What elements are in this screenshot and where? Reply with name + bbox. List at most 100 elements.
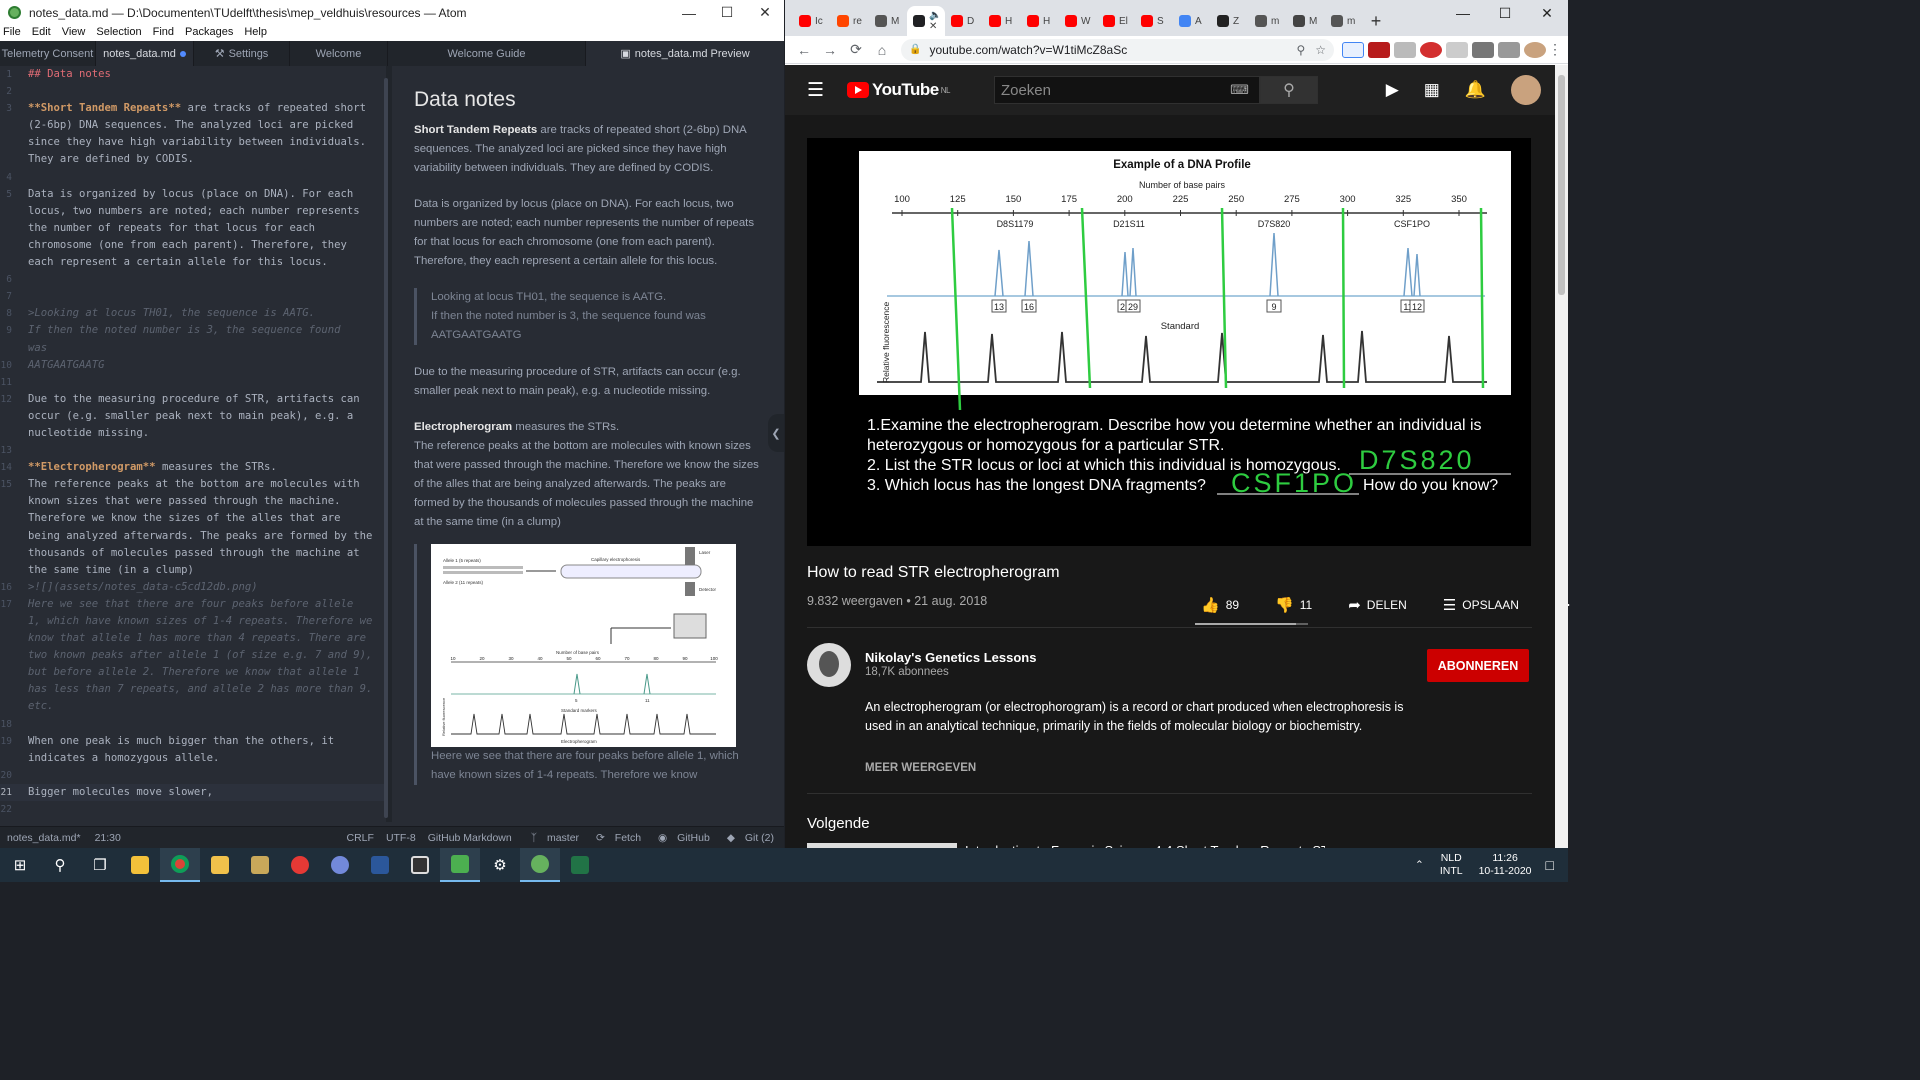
youtube-logo[interactable]: YouTube NL [847,80,950,100]
browser-tab[interactable]: S [1135,6,1173,36]
menu-edit[interactable]: Edit [32,25,51,41]
excel-icon[interactable] [560,848,600,882]
status-grammar[interactable]: GitHub Markdown [428,832,512,844]
text-editor[interactable]: 1 ## Data notes 2 3 **Short Tandem Repeats**… [0,66,386,822]
browser-tab[interactable]: M [1287,6,1325,36]
editor-line[interactable]: know that allele 1 has more than 4 repea… [0,630,386,647]
editor-line[interactable]: known sizes that were passed through the… [0,493,386,510]
editor-line[interactable]: 16 >![](assets/notes_data-c5cd12db.png) [0,579,386,596]
word-icon[interactable] [360,848,400,882]
editor-line[interactable]: 1 ## Data notes [0,66,386,83]
editor-line[interactable]: since they have high variability between… [0,134,386,151]
back-icon[interactable]: ← [791,42,817,58]
search-button[interactable]: ⚲ [1259,76,1318,104]
status-git[interactable]: ◆ Git (2) [720,832,774,844]
status-line-ending[interactable]: CRLF [347,832,374,844]
editor-line[interactable]: but before allele 2. Therefore we know t… [0,664,386,681]
editor-line[interactable]: They are defined by CODIS. [0,151,386,168]
tray-chevron-up-icon[interactable]: ⌃ [1415,859,1424,871]
editor-line[interactable]: indicates a homozygous allele. [0,750,386,767]
browser-tab[interactable]: H [1021,6,1059,36]
apps-grid-icon[interactable]: ▦ [1424,80,1440,100]
browser-tab[interactable]: Z [1211,6,1249,36]
show-more-button[interactable]: MEER WEERGEVEN [865,762,976,774]
tab-audio-close-icon[interactable]: 🔈 ✕ [929,10,945,32]
editor-line[interactable]: was [0,340,386,357]
editor-line[interactable]: the number of repeats for that locus for… [0,220,386,237]
editor-line[interactable]: 10 AATGAATGAATG [0,357,386,374]
editor-line[interactable]: etc. [0,698,386,715]
close-icon[interactable]: ✕ [1526,0,1568,26]
editor-line[interactable]: 5 Data is organized by locus (place on DN… [0,186,386,203]
tab-telemetry-consent[interactable]: Telemetry Consent [0,41,96,66]
reading-list-icon[interactable] [1498,41,1520,58]
dislike-button[interactable]: 👎 11 [1275,596,1330,614]
save-button[interactable]: ☰ OPSLAAN [1443,596,1537,614]
page-scrollbar[interactable] [1555,65,1568,848]
reload-icon[interactable]: ⟳ [843,41,869,58]
extension-grey-icon[interactable] [1394,41,1416,58]
extensions-puzzle-icon[interactable] [1472,41,1494,58]
editor-line[interactable]: 21 Bigger molecules move slower, [0,783,386,802]
app-lightroom-icon[interactable] [200,848,240,882]
editor-line[interactable]: 22 [0,801,386,818]
editor-line[interactable]: thousands of molecules passed through th… [0,545,386,562]
chrome-icon[interactable] [160,848,200,882]
browser-tab[interactable]: m [1249,6,1287,36]
status-branch[interactable]: ᛉ master [524,832,579,844]
editor-line[interactable]: 2 [0,83,386,100]
menu-selection[interactable]: Selection [96,25,141,41]
account-avatar[interactable] [1511,75,1541,105]
search-input[interactable]: Zoeken ⌨ [993,76,1260,104]
editor-line[interactable]: 18 [0,716,386,733]
tab-welcome-guide[interactable]: Welcome Guide [388,41,586,66]
notification-center-icon[interactable]: □ [1546,857,1554,873]
editor-line[interactable]: 6 [0,271,386,288]
minimize-icon[interactable]: — [670,0,708,25]
editor-line[interactable]: 11 [0,374,386,391]
zoom-icon[interactable]: ⚲ [1296,43,1305,57]
input-language[interactable]: NLD INTL [1440,852,1463,878]
status-encoding[interactable]: UTF-8 [386,832,416,844]
editor-line[interactable]: being analyzed afterwards. The peaks are… [0,528,386,545]
hamburger-menu-icon[interactable]: ☰ [807,79,847,102]
extension-pdf-icon[interactable] [1368,41,1390,58]
maximize-icon[interactable]: ☐ [1484,0,1526,26]
extension-layers-icon[interactable] [1446,41,1468,58]
adblock-icon[interactable] [1420,41,1442,58]
home-icon[interactable]: ⌂ [869,42,895,58]
scrollbar-thumb[interactable] [1558,75,1565,295]
editor-line[interactable]: 12 Due to the measuring procedure of STR,… [0,391,386,408]
menu-packages[interactable]: Packages [185,25,233,41]
browser-tab[interactable]: H [983,6,1021,36]
tab-welcome[interactable]: Welcome [290,41,388,66]
channel-avatar[interactable] [807,643,851,687]
browser-tab[interactable]: 🔈 ✕ [907,6,945,36]
editor-line[interactable]: two known peaks after allele 1 (of size … [0,647,386,664]
status-github[interactable]: ◉ GitHub [651,832,710,844]
close-icon[interactable]: ✕ [746,0,784,25]
editor-line[interactable]: 20 [0,767,386,784]
editor-line[interactable]: Therefore we know the sizes of the alles… [0,510,386,527]
create-video-icon[interactable]: ▶ [1386,80,1399,100]
atom-titlebar[interactable]: notes_data.md — D:\Documenten\TUdelft\th… [0,0,784,25]
browser-tab[interactable]: re [831,6,869,36]
editor-scrollbar[interactable] [384,78,388,818]
new-tab-button[interactable]: + [1363,6,1389,36]
editor-line[interactable]: chromosome (one from each parent). There… [0,237,386,254]
forward-icon[interactable]: → [817,42,843,58]
address-bar[interactable]: 🔒 youtube.com/watch?v=W1tiMcZ8aSc ⚲ ☆ [901,38,1334,61]
kebab-menu-icon[interactable]: ⋮ [1548,41,1562,58]
editor-line[interactable]: 9 If then the noted number is 3, the sequ… [0,322,386,339]
editor-line[interactable]: 7 [0,288,386,305]
editor-line[interactable]: 1, which have known sizes of 1-4 repeats… [0,613,386,630]
editor-line[interactable]: 8 >Looking at locus TH01, the sequence is… [0,305,386,322]
minimize-icon[interactable]: — [1442,0,1484,26]
editor-line[interactable]: (2-6bp) DNA sequences. The analyzed loci… [0,117,386,134]
editor-line[interactable]: the same time (in a clump) [0,562,386,579]
status-file-path[interactable]: notes_data.md* [7,832,81,844]
browser-tab[interactable]: m [1325,6,1363,36]
editor-line[interactable]: 14 **Electropherogram** measures the STRs… [0,459,386,476]
editor-line[interactable]: each represent a certain allele for this… [0,254,386,271]
editor-line[interactable]: 15 The reference peaks at the bottom are … [0,476,386,493]
